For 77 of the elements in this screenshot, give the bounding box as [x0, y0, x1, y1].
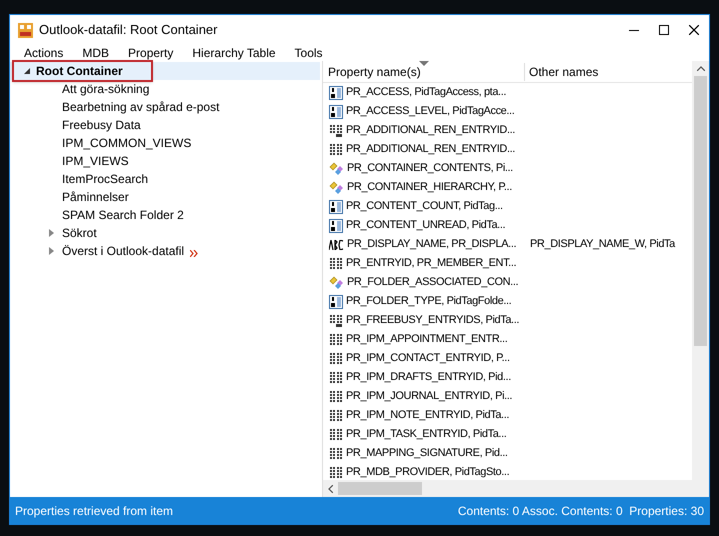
- binary-data-icon: [329, 256, 343, 270]
- other-names-cell-text: PR_DISPLAY_NAME_W, PidTa: [530, 237, 675, 252]
- menu-item[interactable]: Hierarchy Table: [192, 44, 276, 62]
- binary-data-icon: [329, 142, 343, 156]
- horizontal-scrollbar[interactable]: [323, 480, 709, 497]
- scroll-left-icon[interactable]: [328, 484, 333, 492]
- binary-data-icon: [329, 124, 343, 138]
- property-name-cell-text: PR_FOLDER_TYPE, PidTagFolde...: [346, 294, 512, 310]
- number-spinner-icon: [329, 294, 343, 308]
- collapse-arrow-icon[interactable]: [24, 68, 30, 74]
- property-name-cell-text: PR_ADDITIONAL_REN_ENTRYID...: [346, 142, 515, 158]
- object-link-icon: [329, 162, 344, 176]
- tree-item[interactable]: Att göra-sökning: [58, 80, 154, 98]
- property-name-cell-text: PR_IPM_JOURNAL_ENTRYID, Pi...: [346, 389, 512, 404]
- app-logo-icon: [18, 22, 33, 38]
- property-name-cell-text: PR_IPM_APPOINTMENT_ENTR...: [346, 332, 508, 348]
- property-name-cell-text: PR_DISPLAY_NAME, PR_DISPLA...: [347, 237, 516, 252]
- property-name-cell-text: PR_MAPPING_SIGNATURE, Pid...: [346, 446, 508, 462]
- property-name-cell-text: PR_IPM_TASK_ENTRYID, PidTa...: [346, 427, 506, 442]
- property-name-cell-text: PR_ENTRYID, PR_MEMBER_ENT...: [346, 256, 516, 272]
- status-message: Properties retrieved from item: [15, 502, 174, 520]
- number-spinner-icon: [329, 104, 343, 118]
- menu-item[interactable]: Tools: [294, 44, 323, 62]
- sort-arrow-icon: [419, 61, 429, 66]
- menu-item[interactable]: MDB: [82, 44, 110, 62]
- tree-item[interactable]: SPAM Search Folder 2: [58, 206, 188, 224]
- binary-data-icon: [329, 314, 343, 328]
- tree-item[interactable]: Överst i Outlook-datafil: [58, 242, 188, 260]
- expand-arrow-icon[interactable]: [48, 247, 54, 255]
- binary-data-icon: [329, 466, 343, 480]
- object-link-icon: [329, 180, 344, 194]
- tree-item[interactable]: Bearbetning av spårad e-post: [58, 98, 224, 116]
- tree-item[interactable]: Root Container: [12, 60, 153, 82]
- column-header[interactable]: Property name(s): [323, 62, 525, 80]
- binary-data-icon: [329, 408, 343, 422]
- status-counts: Contents: 0 Assoc. Contents: 0 Properties: 30: [458, 502, 704, 520]
- text-type-icon: [329, 240, 344, 250]
- tree-item[interactable]: Freebusy Data: [58, 116, 145, 134]
- scroll-up-icon[interactable]: [696, 66, 704, 71]
- property-name-cell-text: PR_IPM_DRAFTS_ENTRYID, Pid...: [346, 370, 511, 386]
- property-name-cell-text: PR_ACCESS_LEVEL, PidTagAcce...: [346, 104, 514, 120]
- number-spinner-icon: [329, 86, 343, 100]
- tree-item[interactable]: ItemProcSearch: [58, 170, 152, 188]
- binary-data-icon: [329, 446, 343, 460]
- close-icon: [689, 25, 699, 35]
- binary-data-icon: [329, 390, 343, 404]
- menu-item[interactable]: Actions: [24, 44, 64, 62]
- property-name-cell-text: PR_CONTENT_COUNT, PidTag...: [346, 199, 503, 214]
- object-link-icon: [329, 276, 344, 290]
- binary-data-icon: [329, 332, 343, 346]
- menu-item[interactable]: Property: [128, 44, 174, 62]
- property-name-cell-text: PR_CONTAINER_CONTENTS, Pi...: [347, 161, 513, 176]
- vertical-scrollbar[interactable]: [692, 61, 709, 480]
- property-name-cell-text: PR_FOLDER_ASSOCIATED_CON...: [347, 275, 518, 290]
- number-spinner-icon: [329, 218, 343, 232]
- expand-arrow-icon[interactable]: [48, 229, 54, 237]
- property-name-cell-text: PR_IPM_NOTE_ENTRYID, PidTa...: [346, 408, 510, 424]
- column-header[interactable]: Other names: [525, 62, 598, 80]
- scrollbar-thumb[interactable]: [694, 76, 707, 346]
- property-name-cell-text: PR_ACCESS, PidTagAccess, pta...: [346, 85, 506, 100]
- tree-item[interactable]: IPM_VIEWS: [58, 152, 133, 170]
- scrollbar-thumb[interactable]: [338, 482, 422, 495]
- binary-data-icon: [329, 352, 343, 366]
- property-name-cell-text: PR_CONTENT_UNREAD, PidTa...: [346, 218, 506, 234]
- tree-item[interactable]: Sökrot: [58, 224, 101, 242]
- property-name-cell-text: PR_ADDITIONAL_REN_ENTRYID...: [346, 123, 515, 138]
- property-name-cell-text: PR_FREEBUSY_ENTRYIDS, PidTa...: [346, 313, 520, 328]
- property-name-cell-text: PR_IPM_CONTACT_ENTRYID, P...: [346, 351, 510, 366]
- window-title: Outlook-datafil: Root Container: [39, 21, 218, 40]
- tree-item[interactable]: IPM_COMMON_VIEWS: [58, 134, 196, 152]
- binary-data-icon: [329, 370, 343, 384]
- property-name-cell-text: PR_CONTAINER_HIERARCHY, P...: [347, 180, 512, 196]
- property-name-cell-text: PR_MDB_PROVIDER, PidTagSto...: [346, 465, 510, 480]
- maximize-icon: [659, 25, 669, 35]
- tree-item[interactable]: Påminnelser: [58, 188, 133, 206]
- binary-data-icon: [329, 428, 343, 442]
- number-spinner-icon: [329, 200, 343, 214]
